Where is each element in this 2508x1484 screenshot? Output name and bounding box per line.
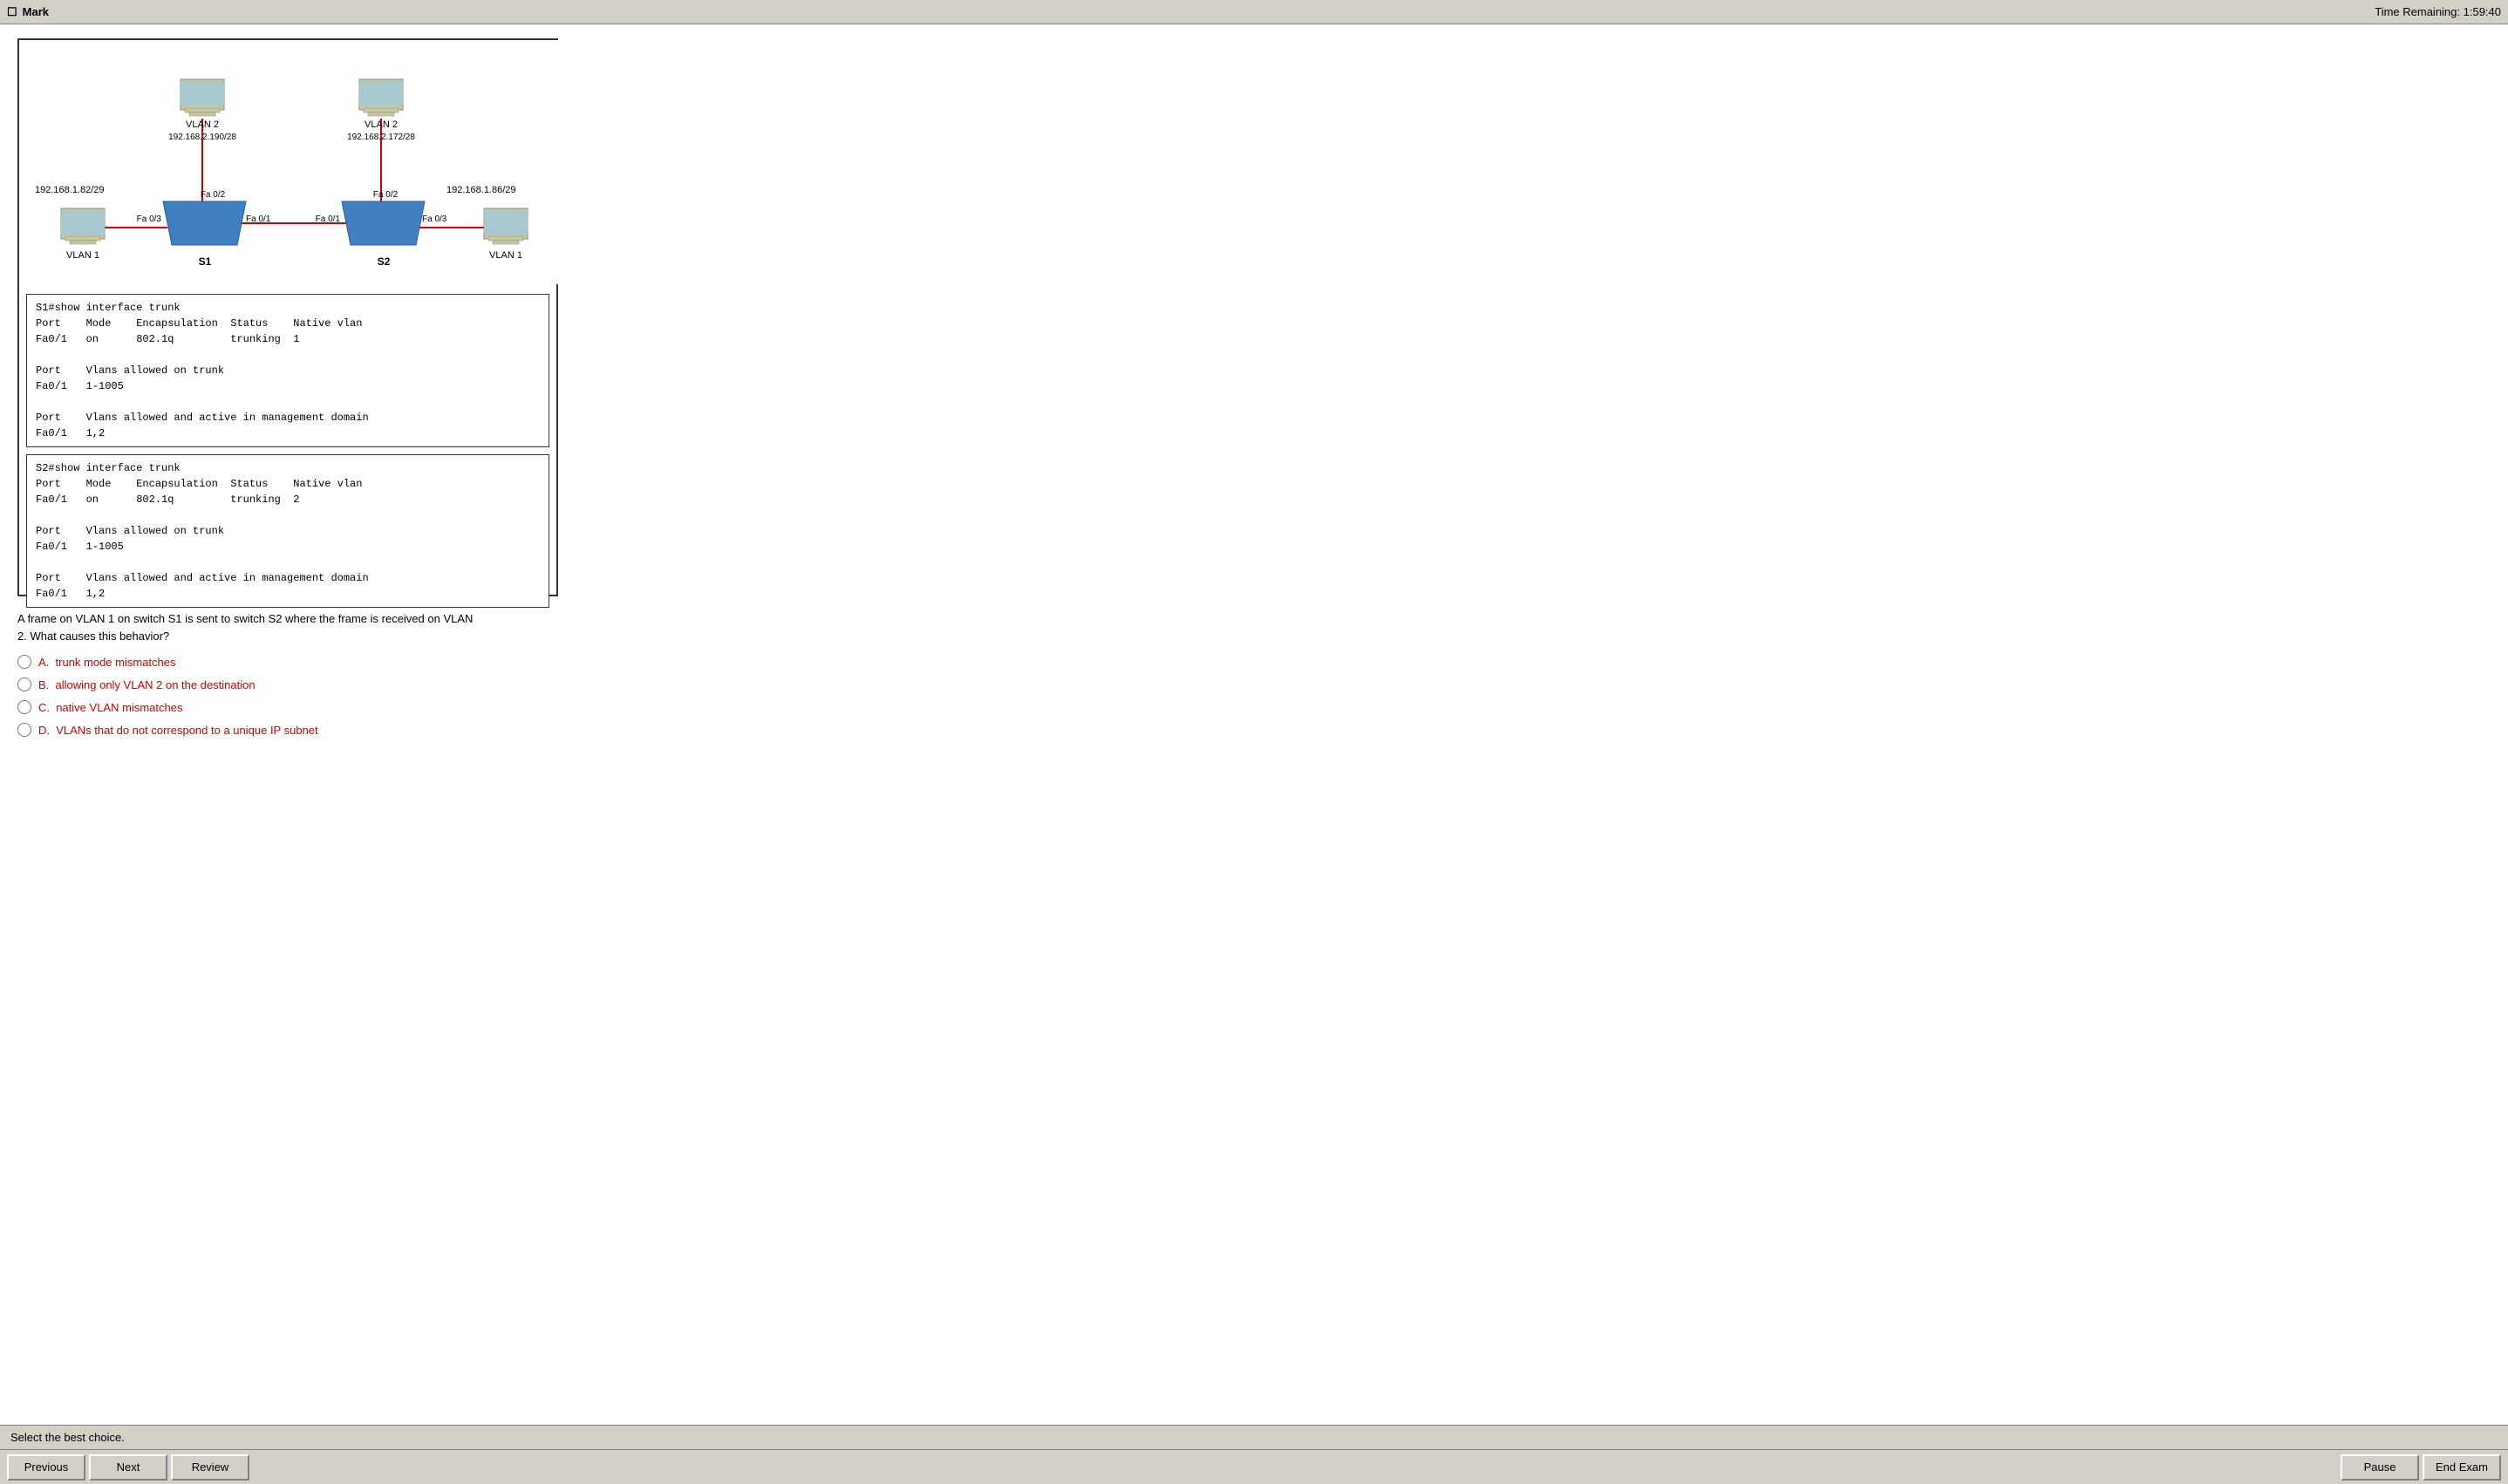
svg-text:VLAN 2: VLAN 2	[186, 119, 219, 130]
radio-b[interactable]	[17, 677, 31, 691]
titlebar-title: ☐ Mark	[7, 5, 49, 19]
option-d[interactable]: D. VLANs that do not correspond to a uni…	[17, 723, 2491, 737]
time-remaining: Time Remaining: 1:59:40	[2375, 5, 2501, 18]
question-body: A frame on VLAN 1 on switch S1 is sent t…	[17, 612, 473, 643]
svg-text:VLAN 1: VLAN 1	[489, 250, 522, 261]
label-b[interactable]: B. allowing only VLAN 2 on the destinati…	[38, 678, 256, 691]
svg-text:VLAN 1: VLAN 1	[66, 250, 99, 261]
s2-trunk-table: S2#show interface trunk Port Mode Encaps…	[26, 454, 549, 608]
statusbar: Select the best choice.	[0, 1425, 2508, 1449]
svg-text:S2: S2	[378, 255, 391, 268]
review-button[interactable]: Review	[171, 1454, 249, 1481]
radio-d[interactable]	[17, 723, 31, 737]
svg-text:Fa 0/3: Fa 0/3	[137, 214, 162, 224]
end-exam-button[interactable]: End Exam	[2423, 1454, 2501, 1481]
nav-buttons-left: Previous Next Review	[7, 1454, 249, 1481]
option-c[interactable]: C. native VLAN mismatches	[17, 700, 2491, 714]
diagram-container: VLAN 2 192.168.2.190/28 VLAN 2 192.168.2…	[17, 38, 558, 596]
svg-text:Fa 0/1: Fa 0/1	[316, 214, 341, 224]
svg-text:Fa 0/1: Fa 0/1	[246, 214, 271, 224]
svg-text:Fa 0/2: Fa 0/2	[201, 190, 226, 200]
radio-a[interactable]	[17, 655, 31, 669]
pause-button[interactable]: Pause	[2341, 1454, 2419, 1481]
svg-text:Fa 0/3: Fa 0/3	[422, 214, 447, 224]
question-text: A frame on VLAN 1 on switch S1 is sent t…	[17, 610, 2491, 644]
s1-trunk-output: S1#show interface trunk Port Mode Encaps…	[36, 300, 540, 441]
option-a[interactable]: A. trunk mode mismatches	[17, 655, 2491, 669]
label-c[interactable]: C. native VLAN mismatches	[38, 701, 182, 714]
status-text: Select the best choice.	[10, 1431, 125, 1444]
next-button[interactable]: Next	[89, 1454, 167, 1481]
svg-text:VLAN 2: VLAN 2	[365, 119, 398, 130]
mark-icon: ☐	[7, 5, 17, 19]
svg-text:192.168.1.82/29: 192.168.1.82/29	[35, 185, 105, 195]
svg-text:Fa 0/2: Fa 0/2	[373, 190, 399, 200]
option-b[interactable]: B. allowing only VLAN 2 on the destinati…	[17, 677, 2491, 691]
label-a[interactable]: A. trunk mode mismatches	[38, 656, 176, 669]
main-content: VLAN 2 192.168.2.190/28 VLAN 2 192.168.2…	[0, 24, 2508, 1425]
radio-c[interactable]	[17, 700, 31, 714]
svg-text:S1: S1	[199, 255, 212, 268]
s2-trunk-output: S2#show interface trunk Port Mode Encaps…	[36, 460, 540, 602]
s1-trunk-table: S1#show interface trunk Port Mode Encaps…	[26, 294, 549, 447]
svg-text:192.168.1.86/29: 192.168.1.86/29	[446, 185, 516, 195]
answer-options: A. trunk mode mismatches B. allowing onl…	[17, 655, 2491, 737]
svg-text:192.168.2.190/28: 192.168.2.190/28	[168, 133, 236, 142]
network-diagram: VLAN 2 192.168.2.190/28 VLAN 2 192.168.2…	[19, 40, 560, 284]
bottombar: Previous Next Review Pause End Exam	[0, 1449, 2508, 1484]
mark-label: Mark	[23, 5, 49, 18]
titlebar: ☐ Mark Time Remaining: 1:59:40	[0, 0, 2508, 24]
label-d[interactable]: D. VLANs that do not correspond to a uni…	[38, 724, 318, 737]
nav-buttons-right: Pause End Exam	[2341, 1454, 2501, 1481]
previous-button[interactable]: Previous	[7, 1454, 85, 1481]
svg-text:192.168.2.172/28: 192.168.2.172/28	[347, 133, 415, 142]
